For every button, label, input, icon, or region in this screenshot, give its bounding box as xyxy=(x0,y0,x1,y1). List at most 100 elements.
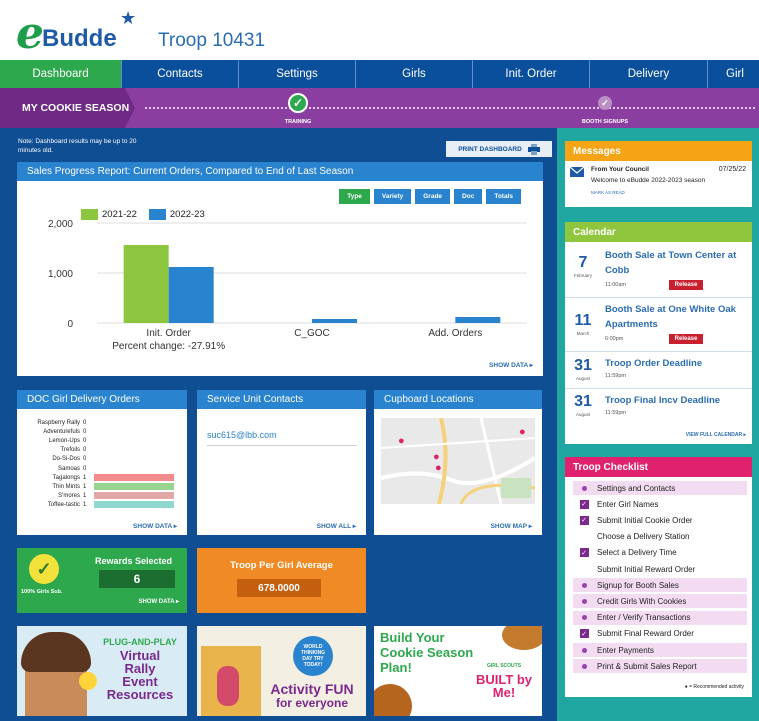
milestone-booth-signups[interactable]: ✓ BOOTH SIGNUPS xyxy=(560,93,650,125)
checklist-item[interactable]: ✓ Select a Delivery Time xyxy=(573,546,747,560)
event-time: 11:00am xyxy=(605,282,626,288)
nav-girl[interactable]: Girl xyxy=(708,60,759,88)
event-title[interactable]: Booth Sale at One White Oak Apartments xyxy=(605,302,745,332)
checklist-item[interactable]: Settings and Contacts xyxy=(573,481,747,495)
checkbox-checked-icon: ✓ xyxy=(579,629,589,639)
child-figure xyxy=(217,666,239,706)
event-month: August xyxy=(575,412,590,417)
calendar-event[interactable]: 31 August Troop Order Deadline 11:59pm xyxy=(565,352,752,389)
event-month: February xyxy=(573,273,592,278)
suc-title: Service Unit Contacts xyxy=(197,390,366,409)
troop-per-girl-average-card: Troop Per Girl Average 678.0000 xyxy=(197,548,366,613)
dot-icon: ● xyxy=(684,684,688,690)
service-unit-contacts-panel: Service Unit Contacts suc615@lbb.com SHO… xyxy=(197,390,366,535)
checklist-label: Submit Final Reward Order xyxy=(597,629,694,639)
checklist-item[interactable]: ✓ Submit Initial Cookie Order xyxy=(573,513,747,527)
check-icon: ✓ xyxy=(288,93,308,113)
delivery-row: Adventurefuls 0 xyxy=(21,428,94,436)
promo-build-your-plan[interactable]: Build Your Cookie Season Plan! GIRL SCOU… xyxy=(374,626,542,716)
calendar-event[interactable]: 11 March Booth Sale at One White Oak Apa… xyxy=(565,298,752,352)
message-body[interactable]: Welcome to eBudde 2022-2023 season xyxy=(591,177,705,184)
promo-line: for everyone xyxy=(275,696,349,710)
nav-init-order[interactable]: Init. Order xyxy=(473,60,590,88)
checklist-item[interactable]: Enter / Verify Transactions xyxy=(573,610,747,625)
bullet-icon xyxy=(577,582,591,588)
event-title[interactable]: Booth Sale at Town Center at Cobb xyxy=(605,248,745,278)
right-sidebar: Messages From Your Council 07/25/22 Welc… xyxy=(557,128,759,721)
cookie-count: 0 xyxy=(83,420,87,426)
rewards-show-data-link[interactable]: SHOW DATA ▸ xyxy=(138,598,179,605)
view-full-calendar-link[interactable]: VIEW FULL CALENDAR ▸ xyxy=(686,432,746,438)
promo-activity-fun[interactable]: WORLD THINKING DAY TRY TODAY! Activity F… xyxy=(197,626,366,716)
promo-line: Cookie Season xyxy=(380,645,474,660)
nav-delivery[interactable]: Delivery xyxy=(590,60,708,88)
calendar-event[interactable]: 31 August Troop Final Incv Deadline 11:5… xyxy=(565,389,752,429)
envelope-icon xyxy=(570,167,584,177)
cookie-image xyxy=(502,626,542,650)
troop-title: Troop 10431 xyxy=(158,30,266,51)
bullet-icon xyxy=(577,485,591,491)
promo-virtual-rally[interactable]: PLUG-AND-PLAY Virtual Rally Event Resour… xyxy=(17,626,187,716)
checkbox-checked-icon: ✓ xyxy=(579,548,589,558)
mark-as-read-link[interactable]: MARK AS READ xyxy=(591,190,625,195)
suc-show-all-link[interactable]: SHOW ALL ▸ xyxy=(317,522,356,530)
map-pin-icon[interactable]: ● xyxy=(435,462,442,474)
nav-girls[interactable]: Girls xyxy=(356,60,473,88)
message-from: From Your Council xyxy=(591,166,649,173)
cupboard-map[interactable]: ● ● ● ● xyxy=(381,418,535,504)
checklist-item[interactable]: Signup for Booth Sales xyxy=(573,578,747,593)
promo-line: Plan! xyxy=(380,660,412,675)
checklist-label: Enter Payments xyxy=(597,645,654,655)
bar-2022-23 xyxy=(168,267,214,323)
checklist-item[interactable]: Enter Payments xyxy=(573,643,747,657)
cupboard-show-map-link[interactable]: SHOW MAP ▸ xyxy=(491,522,532,530)
nav-contacts[interactable]: Contacts xyxy=(122,60,239,88)
delivery-row: Tagalongs 1 xyxy=(21,474,174,482)
season-dotted-line xyxy=(145,107,755,109)
checklist-item[interactable]: Submit Initial Reward Order xyxy=(573,562,747,576)
nav-dashboard[interactable]: Dashboard xyxy=(0,60,122,88)
bar-2022-23 xyxy=(312,319,357,323)
print-dashboard-button[interactable]: PRINT DASHBOARD xyxy=(446,141,552,157)
checklist-item[interactable]: Print & Submit Sales Report xyxy=(573,659,747,674)
rewards-title: Rewards Selected xyxy=(95,556,173,566)
event-day: 31 xyxy=(574,393,592,410)
release-badge[interactable]: Release xyxy=(669,280,703,290)
cookie-name: Raspberry Rally xyxy=(37,420,80,426)
cookie-name: S'mores xyxy=(58,492,80,499)
doc-show-data-link[interactable]: SHOW DATA ▸ xyxy=(133,522,177,530)
ebudde-logo[interactable]: e Budde ★ xyxy=(16,8,136,56)
cookie-count: 1 xyxy=(83,483,87,490)
nav-settings[interactable]: Settings xyxy=(239,60,356,88)
event-title[interactable]: Troop Order Deadline xyxy=(605,356,745,371)
main-nav: Dashboard Contacts Settings Girls Init. … xyxy=(0,60,759,88)
cupboard-locations-panel: Cupboard Locations ● ● ● ● SHOW MAP ▸ xyxy=(374,390,542,535)
checklist-item[interactable]: Credit Girls With Cookies xyxy=(573,594,747,609)
calendar-event[interactable]: 7 February Booth Sale at Town Center at … xyxy=(565,242,752,298)
milestone-training[interactable]: ✓ TRAINING xyxy=(253,93,343,125)
cookie-name: Thin Mints xyxy=(52,483,80,490)
girls-submitted-label: 100% Girls Sub. xyxy=(21,589,63,595)
cookie-count: 1 xyxy=(83,474,87,481)
delivery-bar xyxy=(94,501,174,509)
cookie-count: 1 xyxy=(83,492,87,499)
suc-email-link[interactable]: suc615@lbb.com xyxy=(207,430,277,440)
cupboard-title: Cupboard Locations xyxy=(374,390,542,409)
checklist-item[interactable]: ✓ Enter Girl Names xyxy=(573,497,747,511)
sales-show-data-link[interactable]: SHOW DATA ▸ xyxy=(489,361,533,369)
cookie-count: 1 xyxy=(83,501,87,508)
season-progress-bar: MY COOKIE SEASON ✓ TRAINING ✓ BOOTH SIGN… xyxy=(0,88,759,128)
release-badge[interactable]: Release xyxy=(669,334,703,344)
doc-delivery-panel: DOC Girl Delivery Orders Raspberry Rally… xyxy=(17,390,187,535)
event-title[interactable]: Troop Final Incv Deadline xyxy=(605,393,745,408)
event-month: August xyxy=(575,376,590,381)
check-icon: ✓ xyxy=(598,96,612,110)
event-time: 6:00pm xyxy=(605,336,624,342)
checklist-label: Credit Girls With Cookies xyxy=(597,596,687,606)
map-pin-icon[interactable]: ● xyxy=(519,426,526,438)
checklist-item[interactable]: Choose a Delivery Station xyxy=(573,530,747,544)
season-label: MY COOKIE SEASON xyxy=(0,88,135,128)
checklist-item[interactable]: ✓ Submit Final Reward Order xyxy=(573,627,747,641)
cookie-count: 0 xyxy=(83,465,87,472)
map-pin-icon[interactable]: ● xyxy=(398,435,405,447)
